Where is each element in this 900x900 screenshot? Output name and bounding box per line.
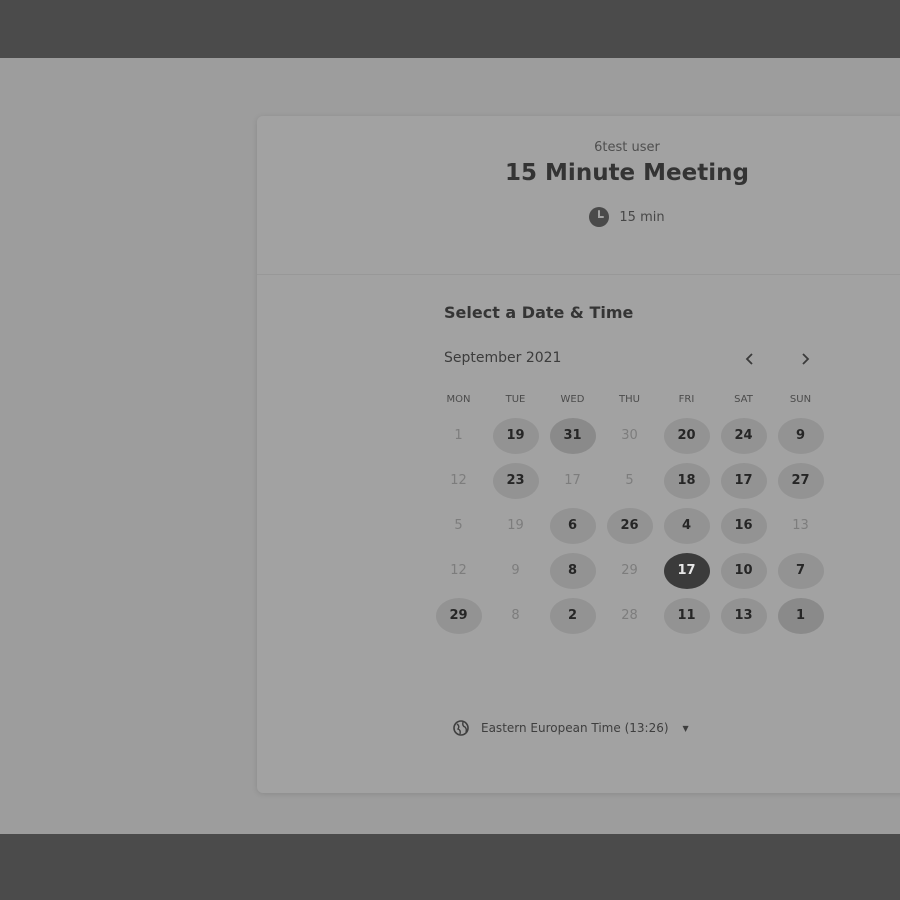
section-title: Select a Date & Time bbox=[444, 303, 634, 322]
previous-month-button[interactable] bbox=[737, 346, 763, 372]
calendar-cell: 16 bbox=[715, 503, 772, 548]
calendar-cell: 18 bbox=[658, 458, 715, 503]
day-label: 12 bbox=[450, 563, 467, 578]
selected-day-button[interactable]: 17 bbox=[663, 552, 710, 589]
next-month-button[interactable] bbox=[792, 346, 818, 372]
day-label: 29 bbox=[621, 563, 638, 578]
calendar-cell: 20 bbox=[658, 413, 715, 458]
calendar-grid: 1 19 31 30 20 24 9 12 23 17 5 18 17 27 5 19 6 26 4 16 13 12 9 8… bbox=[430, 413, 830, 638]
day-label: 30 bbox=[621, 428, 638, 443]
chevron-left-icon bbox=[745, 353, 753, 365]
calendar-cell: 9 bbox=[772, 413, 829, 458]
calendar-cell: 17 bbox=[544, 458, 601, 503]
calendar-cell: 8 bbox=[544, 548, 601, 593]
calendar-cell: 28 bbox=[601, 593, 658, 638]
day-button[interactable]: 24 bbox=[720, 417, 767, 454]
weekday-label: FRI bbox=[678, 394, 695, 405]
calendar-cell: 12 bbox=[430, 458, 487, 503]
calendar-cell: 30 bbox=[601, 413, 658, 458]
calendar-cell: 5 bbox=[430, 503, 487, 548]
calendar-cell: 27 bbox=[772, 458, 829, 503]
duration-label: 15 min bbox=[619, 209, 665, 225]
calendar-cell: 17 bbox=[715, 458, 772, 503]
calendar-cell: 2 bbox=[544, 593, 601, 638]
day-button[interactable]: 8 bbox=[549, 552, 596, 589]
calendar-cell: 6 bbox=[544, 503, 601, 548]
calendar-cell: 13 bbox=[772, 503, 829, 548]
day-button[interactable]: 19 bbox=[492, 417, 539, 454]
calendar-cell: 17 bbox=[658, 548, 715, 593]
month-navigation: September 2021 bbox=[444, 350, 826, 370]
calendar-cell: 1 bbox=[772, 593, 829, 638]
weekday-label: SUN bbox=[789, 394, 812, 405]
day-button[interactable]: 2 bbox=[549, 597, 596, 634]
weekday-label: THU bbox=[619, 394, 640, 405]
day-label: 17 bbox=[564, 473, 581, 488]
clock-icon bbox=[589, 207, 610, 227]
weekday-label: TUE bbox=[505, 394, 526, 405]
day-button[interactable]: 6 bbox=[549, 507, 596, 544]
event-duration: 15 min bbox=[257, 207, 900, 227]
day-button[interactable]: 18 bbox=[663, 462, 710, 499]
calendar-cell: 8 bbox=[487, 593, 544, 638]
globe-icon bbox=[453, 720, 469, 736]
day-button[interactable]: 16 bbox=[720, 507, 767, 544]
day-button[interactable]: 13 bbox=[720, 597, 767, 634]
host-name: 6test user bbox=[594, 140, 660, 155]
day-label: 19 bbox=[507, 518, 524, 533]
calendar-cell: 19 bbox=[487, 503, 544, 548]
day-button[interactable]: 26 bbox=[606, 507, 653, 544]
day-label: 1 bbox=[454, 428, 463, 443]
weekday-label: MON bbox=[446, 394, 471, 405]
calendar-cell: 26 bbox=[601, 503, 658, 548]
day-label: 5 bbox=[454, 518, 463, 533]
timezone-label: Eastern European Time (13:26) bbox=[481, 721, 669, 735]
weekday-label: SAT bbox=[734, 394, 753, 405]
booking-card: 6test user 15 Minute Meeting 15 min Sele… bbox=[257, 116, 900, 793]
day-button[interactable]: 17 bbox=[720, 462, 767, 499]
weekday-header: MON TUE WED THU FRI SAT SUN bbox=[430, 394, 830, 405]
calendar-cell: 24 bbox=[715, 413, 772, 458]
calendar-cell: 23 bbox=[487, 458, 544, 503]
day-button[interactable]: 23 bbox=[492, 462, 539, 499]
calendar-cell: 29 bbox=[430, 593, 487, 638]
chevron-right-icon bbox=[802, 353, 810, 365]
calendar-cell: 12 bbox=[430, 548, 487, 593]
day-button[interactable]: 4 bbox=[663, 507, 710, 544]
calendar-cell: 5 bbox=[601, 458, 658, 503]
event-title: 15 Minute Meeting bbox=[505, 160, 749, 186]
day-button[interactable]: 29 bbox=[435, 597, 482, 634]
day-button[interactable]: 11 bbox=[663, 597, 710, 634]
calendar-cell: 7 bbox=[772, 548, 829, 593]
event-header: 6test user 15 Minute Meeting 15 min bbox=[257, 116, 900, 275]
calendar-cell: 1 bbox=[430, 413, 487, 458]
month-label: September 2021 bbox=[444, 350, 562, 366]
calendar-cell: 4 bbox=[658, 503, 715, 548]
timezone-selector[interactable]: Eastern European Time (13:26) ▼ bbox=[453, 720, 689, 736]
calendar-cell: 19 bbox=[487, 413, 544, 458]
weekday-label: WED bbox=[560, 394, 585, 405]
day-button[interactable]: 31 bbox=[549, 417, 596, 454]
day-button[interactable]: 20 bbox=[663, 417, 710, 454]
booking-page: 6test user 15 Minute Meeting 15 min Sele… bbox=[0, 58, 900, 834]
day-label: 12 bbox=[450, 473, 467, 488]
calendar-cell: 11 bbox=[658, 593, 715, 638]
calendar-cell: 29 bbox=[601, 548, 658, 593]
day-button[interactable]: 7 bbox=[777, 552, 824, 589]
calendar-cell: 13 bbox=[715, 593, 772, 638]
calendar-cell: 10 bbox=[715, 548, 772, 593]
caret-down-icon: ▼ bbox=[682, 723, 689, 733]
day-label: 28 bbox=[621, 608, 638, 623]
day-label: 5 bbox=[625, 473, 634, 488]
day-label: 13 bbox=[792, 518, 809, 533]
day-button[interactable]: 27 bbox=[777, 462, 824, 499]
day-button[interactable]: 9 bbox=[777, 417, 824, 454]
day-button[interactable]: 1 bbox=[777, 597, 824, 634]
day-label: 8 bbox=[511, 608, 520, 623]
day-button[interactable]: 10 bbox=[720, 552, 767, 589]
day-label: 9 bbox=[511, 563, 520, 578]
calendar-cell: 31 bbox=[544, 413, 601, 458]
calendar-cell: 9 bbox=[487, 548, 544, 593]
